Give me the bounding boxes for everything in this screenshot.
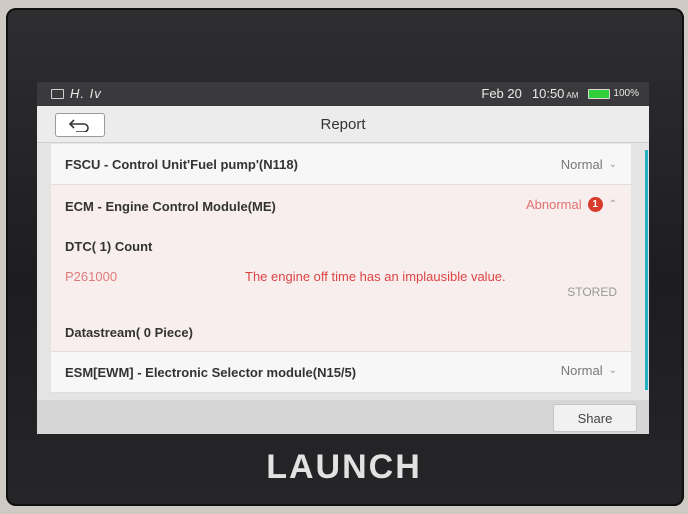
image-icon — [51, 88, 64, 99]
dtc-badge: 1 — [587, 197, 603, 212]
module-label: ECM - Engine Control Module(ME) — [65, 199, 276, 214]
dtc-description: The engine off time has an implausible v… — [245, 269, 506, 284]
module-label: ESM[EWM] - Electronic Selector module(N1… — [65, 365, 357, 380]
module-status: Normal ⌄ — [561, 157, 617, 172]
status-text: Normal — [560, 363, 603, 378]
status-time: 10:50 — [531, 86, 565, 101]
bottom-bar: Share — [37, 400, 649, 434]
battery-percent: 100% — [613, 88, 639, 99]
brand-logo: LAUNCH — [266, 448, 422, 486]
battery-indicator: 100% — [588, 88, 639, 99]
status-right: Feb 20 10:50 AM 100% — [481, 86, 639, 101]
status-text: Abnormal — [525, 197, 582, 212]
title-bar: Report — [37, 106, 649, 143]
chevron-down-icon: ⌄ — [608, 159, 617, 170]
module-status: Abnormal 1 ⌃ — [526, 197, 617, 212]
module-row-esm[interactable]: ESM[EWM] - Electronic Selector module(N1… — [51, 352, 631, 393]
dtc-state: STORED — [567, 285, 617, 299]
screen: H. Iv Feb 20 10:50 AM 100% Report FSCU -… — [37, 82, 649, 434]
accent-line — [645, 150, 648, 390]
status-time-wrap: 10:50 AM — [532, 86, 579, 101]
status-ampm: AM — [566, 91, 579, 100]
module-status: Normal ⌄ — [561, 363, 617, 378]
page-title: Report — [320, 116, 366, 133]
status-left: H. Iv — [51, 86, 102, 101]
module-label: FSCU - Control Unit'Fuel pump'(N118) — [65, 157, 298, 172]
status-bar: H. Iv Feb 20 10:50 AM 100% — [37, 82, 649, 106]
share-button[interactable]: Share — [553, 404, 637, 432]
datastream-label: Datastream( 0 Piece) — [65, 325, 193, 340]
battery-icon — [588, 88, 611, 99]
status-date: Feb 20 — [481, 86, 522, 101]
status-left-text: H. Iv — [70, 86, 102, 101]
status-text: Normal — [560, 157, 603, 172]
chevron-down-icon: ⌄ — [608, 365, 617, 376]
dtc-code: P261000 — [65, 269, 118, 284]
module-row-fscu[interactable]: FSCU - Control Unit'Fuel pump'(N118) Nor… — [51, 144, 631, 185]
chevron-up-icon: ⌃ — [608, 199, 617, 210]
module-row-ecm[interactable]: ECM - Engine Control Module(ME) Abnormal… — [51, 185, 631, 352]
dtc-count-label: DTC( 1) Count — [65, 239, 153, 254]
